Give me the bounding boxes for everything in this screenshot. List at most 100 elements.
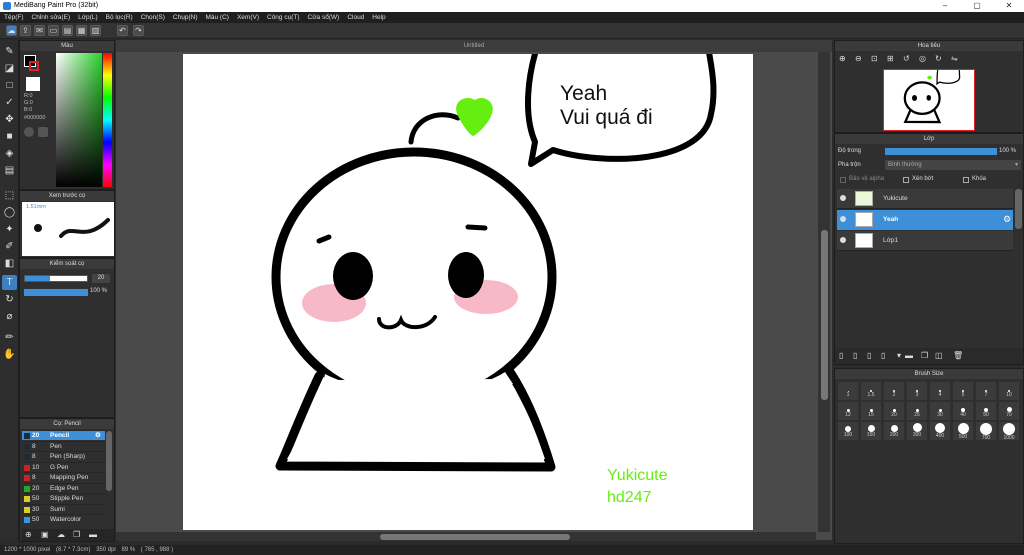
background-color-swatch[interactable]: [26, 77, 40, 91]
brush-item-pencil[interactable]: 20 Pencil ⚙: [22, 430, 105, 440]
horizontal-scroll-thumb[interactable]: [380, 534, 570, 540]
gear-icon[interactable]: ⚙: [95, 431, 101, 441]
menu-snap[interactable]: Chụp(N): [173, 14, 198, 21]
brush-cloud-icon[interactable]: ☁: [57, 530, 65, 539]
add-brush-icon[interactable]: ⊕: [25, 530, 32, 539]
vertical-scroll-thumb[interactable]: [821, 230, 828, 400]
lasso-tool-icon[interactable]: ◯: [2, 205, 17, 220]
folder-icon[interactable]: ▬: [905, 351, 913, 360]
menu-help[interactable]: Help: [372, 14, 385, 21]
document-tab[interactable]: Untitled: [116, 40, 832, 52]
new-halftone-layer-icon[interactable]: ▯: [853, 351, 857, 360]
rotate-reset-icon[interactable]: ◎: [919, 54, 926, 63]
brush-item-sumi[interactable]: 30 Sumi: [22, 503, 105, 514]
secondary-color-swatch[interactable]: [29, 61, 39, 71]
rotate-right-icon[interactable]: ↻: [935, 54, 942, 63]
brush-size-option[interactable]: 5: [953, 382, 973, 400]
text-tool-icon[interactable]: T: [2, 275, 17, 290]
brush-size-option[interactable]: 70: [999, 402, 1019, 420]
shape-tool-icon[interactable]: □: [2, 78, 17, 93]
brush-opacity-slider[interactable]: [24, 289, 88, 296]
undo-icon[interactable]: ↶: [117, 25, 128, 36]
flip-icon[interactable]: ⇋: [951, 54, 958, 63]
drawing-canvas[interactable]: Yeah Vui quá đi Yukicute hd247: [183, 54, 753, 530]
new-8bit-layer-icon[interactable]: ▯: [867, 351, 871, 360]
window-icon[interactable]: ▭: [48, 25, 59, 36]
bucket-tool-icon[interactable]: ◈: [2, 146, 17, 161]
brush-size-option[interactable]: 40: [953, 402, 973, 420]
eye-icon[interactable]: [840, 195, 846, 201]
brush-size-option[interactable]: 7: [976, 382, 996, 400]
brush-folder-icon[interactable]: ▬: [89, 530, 97, 539]
redo-icon[interactable]: ↷: [133, 25, 144, 36]
menu-edit[interactable]: Chỉnh sửa(E): [32, 14, 71, 21]
merge-layer-icon[interactable]: ◫: [935, 351, 943, 360]
brush-item-edge-pen[interactable]: 20 Edge Pen: [22, 482, 105, 493]
brush-size-option[interactable]: 1.5: [861, 382, 881, 400]
menu-layer[interactable]: Lớp(L): [78, 14, 97, 21]
brush-size-option[interactable]: 150: [861, 422, 881, 440]
minimize-button[interactable]: –: [930, 0, 960, 12]
brush-size-option[interactable]: 2: [884, 382, 904, 400]
eraser-tool-icon[interactable]: ◪: [2, 61, 17, 76]
brush-size-option[interactable]: 700: [976, 422, 996, 441]
zoom-out-icon[interactable]: ⊖: [855, 54, 862, 63]
layer-row-yeah[interactable]: Yeah ⚙: [837, 210, 1013, 230]
brush-item-mapping-pen[interactable]: 8 Mapping Pen: [22, 472, 105, 482]
menu-tools[interactable]: Công cụ(T): [267, 14, 300, 21]
layer-scrollbar[interactable]: [1015, 189, 1022, 229]
menu-window[interactable]: Cửa sổ(W): [308, 14, 340, 21]
menu-file[interactable]: Tệp(F): [4, 14, 24, 21]
brush-item-pen[interactable]: 8 Pen: [22, 440, 105, 451]
close-button[interactable]: ✕: [994, 0, 1024, 12]
move-tool-icon[interactable]: ✥: [2, 112, 17, 127]
menu-cloud[interactable]: Cloud: [347, 14, 364, 21]
saturation-value-picker[interactable]: [56, 53, 102, 187]
brush-size-option[interactable]: 30: [930, 402, 950, 420]
brush-size-option[interactable]: 400: [930, 422, 950, 440]
rotate-left-icon[interactable]: ↺: [903, 54, 910, 63]
brush-item-g-pen[interactable]: 10 G Pen: [22, 461, 105, 472]
cloud-icon[interactable]: ☁: [6, 25, 17, 36]
brush-tool-icon[interactable]: ✎: [2, 44, 17, 59]
brush-size-value[interactable]: 20: [92, 274, 110, 283]
hue-slider[interactable]: [103, 53, 112, 187]
layers-icon[interactable]: ▦: [76, 25, 87, 36]
brush-item-pen-sharp[interactable]: 8 Pen (Sharp): [22, 451, 105, 461]
new-layer-icon[interactable]: ▯: [839, 351, 843, 360]
brush-size-option[interactable]: 500: [953, 422, 973, 440]
brush-size-option[interactable]: 15: [861, 402, 881, 420]
document-icon[interactable]: ▤: [62, 25, 73, 36]
brush-size-option[interactable]: 1000: [999, 422, 1019, 441]
fill-rect-tool-icon[interactable]: ■: [2, 129, 17, 144]
check-tool-icon[interactable]: ✓: [2, 95, 17, 110]
menu-color[interactable]: Màu (C): [205, 14, 228, 21]
magic-wand-tool-icon[interactable]: ✦: [2, 222, 17, 237]
brush-size-option[interactable]: 20: [884, 402, 904, 420]
select-tool-icon[interactable]: ⬚: [2, 188, 17, 203]
upload-icon[interactable]: ⇪: [20, 25, 31, 36]
protect-alpha-checkbox[interactable]: [840, 177, 846, 183]
delete-layer-icon[interactable]: 🗑: [953, 351, 963, 360]
brush-size-option[interactable]: 3: [907, 382, 927, 400]
brush-size-option[interactable]: 300: [907, 422, 927, 440]
lock-checkbox[interactable]: [963, 177, 969, 183]
blend-mode-select[interactable]: Bình thường ▾: [885, 160, 1021, 170]
brush-size-option[interactable]: 50: [976, 402, 996, 420]
brush-size-option[interactable]: 4: [930, 382, 950, 400]
eyedropper-tool-icon[interactable]: ⌀: [2, 309, 17, 324]
brush-download-icon[interactable]: ▣: [41, 530, 49, 539]
swap-color-icon[interactable]: [38, 127, 48, 137]
navigator-thumbnail[interactable]: [883, 68, 975, 131]
layer-opacity-slider[interactable]: [885, 148, 997, 155]
brush-size-option[interactable]: 100: [838, 422, 858, 440]
menu-view[interactable]: Xem(V): [237, 14, 259, 21]
brush-size-option[interactable]: 1: [838, 382, 858, 400]
brush-size-option[interactable]: 10: [999, 382, 1019, 400]
brush-size-option[interactable]: 200: [884, 422, 904, 440]
brush-list-scrollbar[interactable]: [106, 431, 112, 491]
brush-item-stipple-pen[interactable]: 50 Stipple Pen: [22, 493, 105, 503]
add-layer-menu-icon[interactable]: ▾: [897, 351, 901, 360]
gear-icon[interactable]: ⚙: [1003, 214, 1011, 225]
brush-size-option[interactable]: 12: [838, 402, 858, 420]
